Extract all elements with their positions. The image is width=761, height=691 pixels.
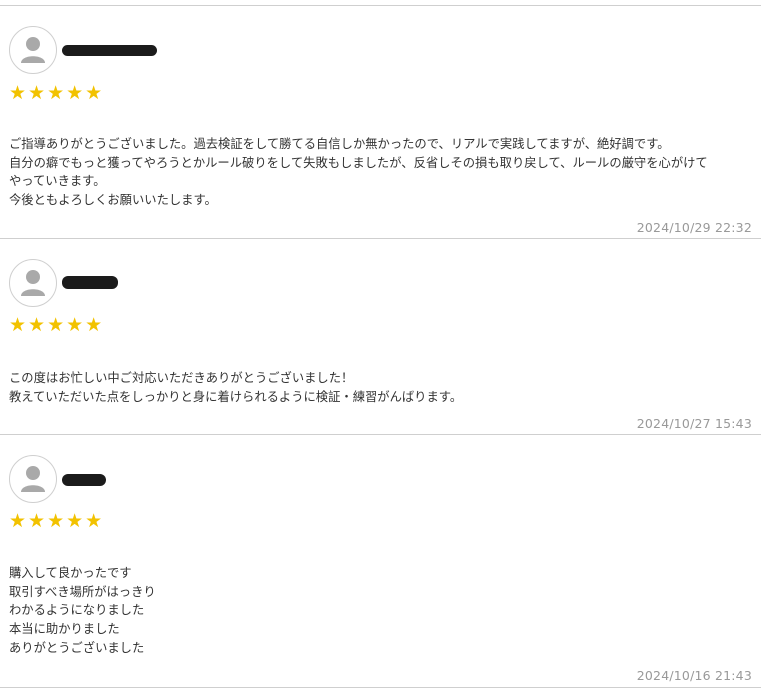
review-text: 購入して良かったです 取引すべき場所がはっきり わかるようになりました 本当に助… xyxy=(9,564,754,658)
review-line: ありがとうございました xyxy=(9,640,145,655)
review-line: 教えていただいた点をしっかりと身に着けられるように検証・練習がんばります。 xyxy=(9,389,463,404)
review-card: ★★★★★ この度はお忙しい中ご対応いただきありがとうございました！ 教えていた… xyxy=(0,239,761,435)
review-text: ご指導ありがとうございました。過去検証をして勝てる自信しか無かったので、リアルで… xyxy=(9,135,754,210)
avatar xyxy=(9,26,57,74)
star-rating: ★★★★★ xyxy=(9,314,105,336)
redacted-username xyxy=(62,474,106,486)
redacted-username xyxy=(62,45,157,56)
review-line: わかるようになりました xyxy=(9,603,145,618)
review-line: 取引すべき場所がはっきり xyxy=(9,584,156,599)
review-card: ★★★★★ ご指導ありがとうございました。過去検証をして勝てる自信しか無かったの… xyxy=(0,6,761,239)
user-silhouette-icon xyxy=(21,466,45,492)
star-rating: ★★★★★ xyxy=(9,510,105,532)
review-text: この度はお忙しい中ご対応いただきありがとうございました！ 教えていただいた点をし… xyxy=(9,369,754,406)
review-line: 自分の癖でもっと獲ってやろうとかルール破りをして失敗もしましたが、反省しその損も… xyxy=(9,155,708,170)
user-silhouette-icon xyxy=(21,37,45,63)
review-date: 2024/10/16 21:43 xyxy=(636,668,752,683)
review-line: 今後ともよろしくお願いいたします。 xyxy=(9,193,217,208)
review-line: 購入して良かったです xyxy=(9,566,132,580)
star-rating: ★★★★★ xyxy=(9,82,105,104)
review-line: ご指導ありがとうございました。過去検証をして勝てる自信しか無かったので、リアルで… xyxy=(9,137,670,151)
redacted-username xyxy=(62,276,118,289)
review-line: やっていきます。 xyxy=(9,174,106,189)
review-date: 2024/10/27 15:43 xyxy=(636,416,752,431)
review-line: この度はお忙しい中ご対応いただきありがとうございました！ xyxy=(9,371,354,385)
review-line: 本当に助かりました xyxy=(9,622,120,637)
user-silhouette-icon xyxy=(21,270,45,296)
review-card: ★★★★★ 購入して良かったです 取引すべき場所がはっきり わかるようになりまし… xyxy=(0,435,761,688)
avatar xyxy=(9,455,57,503)
review-date: 2024/10/29 22:32 xyxy=(636,220,752,235)
avatar xyxy=(9,259,57,307)
